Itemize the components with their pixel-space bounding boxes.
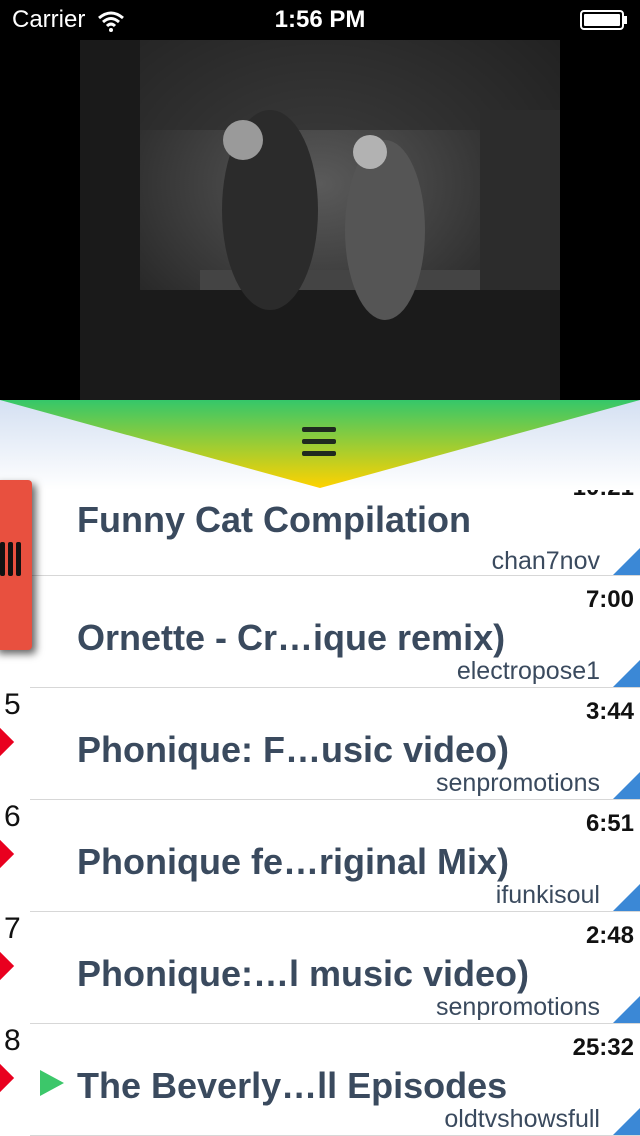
- status-bar: Carrier 1:56 PM: [0, 0, 640, 40]
- track-channel: electropose1: [456, 657, 600, 685]
- track-channel: chan7nov: [491, 547, 600, 575]
- track-row[interactable]: 7 2:48 Phonique:…l music video) senpromo…: [0, 912, 640, 1024]
- side-drawer-handle[interactable]: [0, 480, 32, 650]
- video-player[interactable]: [0, 40, 640, 400]
- corner-marker: [612, 660, 640, 688]
- track-duration: 10:21: [573, 490, 634, 502]
- track-duration: 7:00: [585, 586, 634, 613]
- track-row[interactable]: 10:21 Funny Cat Compilation chan7nov: [0, 490, 640, 576]
- corner-marker: [612, 996, 640, 1024]
- track-number: 7: [4, 912, 21, 945]
- track-duration: 3:44: [585, 698, 634, 725]
- red-marker: [0, 1063, 15, 1093]
- video-frame: [80, 40, 560, 400]
- red-marker: [0, 839, 15, 869]
- track-channel: ifunkisoul: [495, 881, 600, 909]
- track-title: Funny Cat Compilation: [77, 499, 471, 540]
- battery-icon: [580, 10, 627, 30]
- track-row[interactable]: 8 25:32 The Beverly…ll Episodes oldtvsho…: [0, 1024, 640, 1136]
- track-row[interactable]: 5 3:44 Phonique: F…usic video) senpromot…: [0, 688, 640, 800]
- corner-marker: [612, 884, 640, 912]
- track-row[interactable]: 6 6:51 Phonique fe…riginal Mix) ifunkiso…: [0, 800, 640, 912]
- track-title: Ornette - Cr…ique remix): [77, 617, 506, 658]
- track-title: The Beverly…ll Episodes: [77, 1065, 508, 1106]
- track-title: Phonique:…l music video): [77, 953, 530, 994]
- track-number: 8: [4, 1024, 21, 1057]
- hamburger-menu-icon[interactable]: [302, 427, 336, 459]
- track-number: 5: [4, 688, 21, 721]
- track-title: Phonique fe…riginal Mix): [77, 841, 510, 882]
- track-channel: senpromotions: [436, 769, 600, 797]
- track-duration: 25:32: [572, 1034, 634, 1061]
- track-number: 6: [4, 800, 21, 833]
- grip-icon: [0, 542, 26, 580]
- now-playing-icon: [40, 1070, 64, 1096]
- track-duration: 2:48: [585, 922, 634, 949]
- track-duration: 6:51: [585, 810, 634, 837]
- status-time: 1:56 PM: [274, 6, 366, 33]
- corner-marker: [612, 548, 640, 576]
- corner-marker: [612, 1108, 640, 1136]
- red-marker: [0, 951, 15, 981]
- track-title: Phonique: F…usic video): [77, 729, 510, 770]
- red-marker: [0, 727, 15, 757]
- track-channel: oldtvshowsfull: [444, 1105, 600, 1133]
- track-row[interactable]: 7:00 Ornette - Cr…ique remix) electropos…: [0, 576, 640, 688]
- track-channel: senpromotions: [436, 993, 600, 1021]
- corner-marker: [612, 772, 640, 800]
